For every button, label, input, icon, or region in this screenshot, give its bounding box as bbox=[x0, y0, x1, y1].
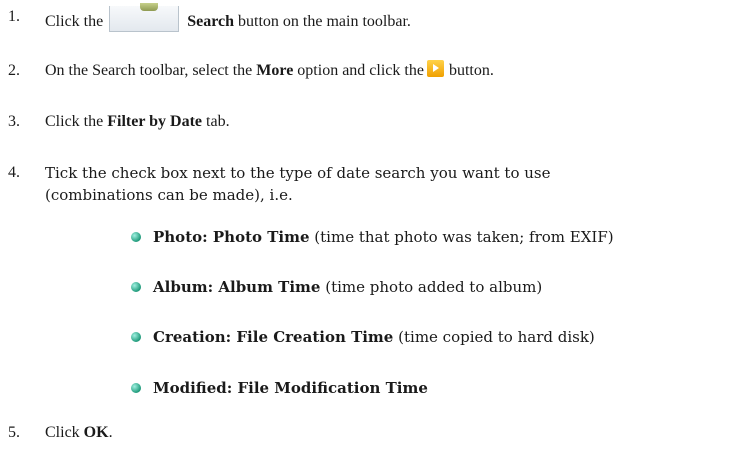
bold-term: OK bbox=[83, 424, 109, 441]
text-segment: tab. bbox=[206, 113, 230, 130]
text-segment: (time photo added to album) bbox=[325, 278, 543, 296]
orange-play-arrow-icon bbox=[426, 60, 444, 77]
text-segment: option and click the bbox=[297, 62, 424, 79]
bullet-icon bbox=[131, 332, 141, 342]
step-number: 4. bbox=[8, 164, 20, 181]
bullet-icon bbox=[131, 383, 141, 393]
text-segment: (time copied to hard disk) bbox=[398, 328, 595, 346]
instructions-document: 1. Click the Search button on the main to… bbox=[0, 0, 730, 452]
bullet-item-album: Album: Album Time (time photo added to a… bbox=[153, 276, 542, 298]
step-text: On the Search toolbar, select the More o… bbox=[45, 60, 494, 82]
bold-term: Album: Album Time bbox=[153, 278, 321, 296]
step-text: Click OK. bbox=[45, 422, 113, 444]
bold-term: Photo: Photo Time bbox=[153, 228, 310, 246]
bold-term: Modified: File Modification Time bbox=[153, 379, 428, 397]
step-text-line-2: (combinations can be made), i.e. bbox=[45, 186, 293, 204]
bullet-item-photo: Photo: Photo Time (time that photo was t… bbox=[153, 226, 614, 248]
text-segment: Click the bbox=[45, 113, 104, 130]
bullet-icon bbox=[131, 282, 141, 292]
bullet-item-modified: Modified: File Modification Time bbox=[153, 377, 428, 399]
step-text-line-1: Tick the check box next to the type of d… bbox=[45, 164, 551, 182]
text-segment: button. bbox=[448, 62, 494, 79]
step-text: Click the Filter by Date tab. bbox=[45, 111, 230, 133]
bold-term: Filter by Date bbox=[107, 113, 203, 130]
bold-term: Search bbox=[187, 13, 235, 30]
step-number: 3. bbox=[8, 113, 20, 130]
step-number: 5. bbox=[8, 424, 20, 441]
search-toolbar-button-icon bbox=[109, 3, 180, 32]
bullet-item-creation: Creation: File Creation Time (time copie… bbox=[153, 326, 595, 348]
text-segment: Click bbox=[45, 424, 80, 441]
text-segment: button on the main toolbar. bbox=[238, 13, 411, 30]
step-number: 1. bbox=[8, 8, 20, 25]
text-segment: Click the bbox=[45, 13, 104, 30]
step-text: Click the Search button on the main toolb… bbox=[45, 3, 411, 33]
bold-term: Creation: File Creation Time bbox=[153, 328, 394, 346]
text-segment: . bbox=[108, 424, 113, 441]
bold-term: More bbox=[256, 62, 294, 79]
bullet-icon bbox=[131, 232, 141, 242]
text-segment: (time that photo was taken; from EXIF) bbox=[314, 228, 614, 246]
step-number: 2. bbox=[8, 62, 20, 79]
text-segment: On the Search toolbar, select the bbox=[45, 62, 253, 79]
